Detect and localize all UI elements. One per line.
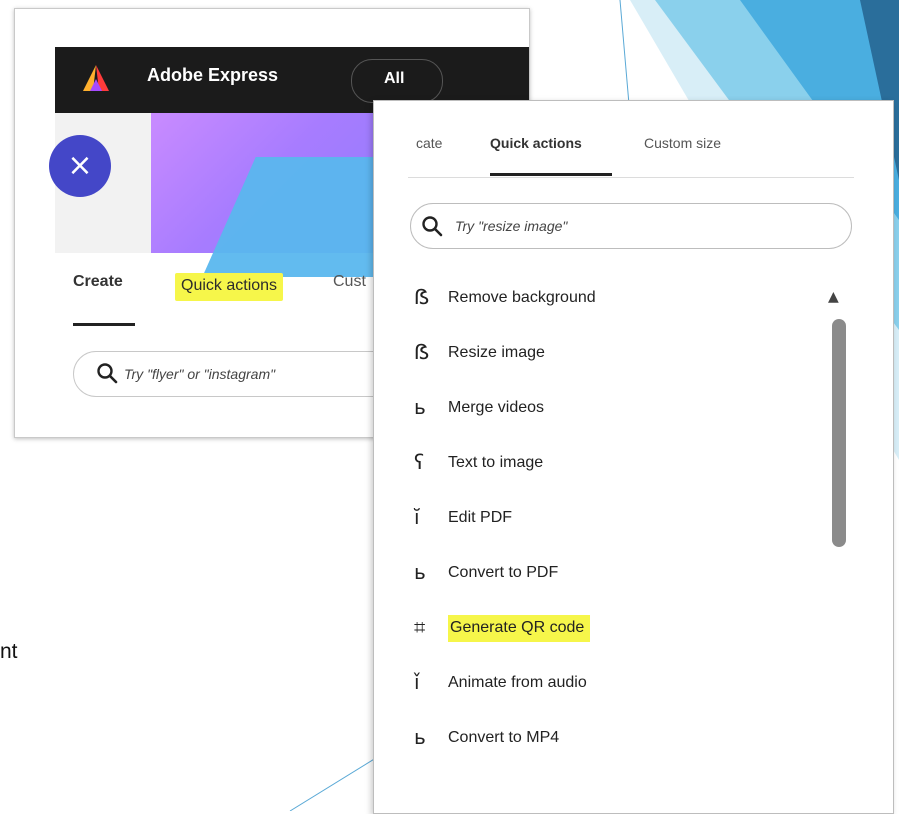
list-item-label: Merge videos xyxy=(448,399,545,416)
list-item[interactable]: ẞ Remove background xyxy=(414,279,814,319)
tabs-divider xyxy=(408,177,854,178)
list-item-label: Edit PDF xyxy=(448,509,513,526)
all-label: All xyxy=(384,70,405,87)
list-item[interactable]: ǐ Animate from audio xyxy=(414,664,814,704)
scroll-up-arrow-icon[interactable]: ▲ xyxy=(828,289,839,305)
tab-create-partial[interactable]: cate xyxy=(416,135,442,151)
list-item[interactable]: ẞ Resize image xyxy=(414,334,814,374)
resize-image-icon: ẞ xyxy=(414,340,430,364)
active-tab-indicator xyxy=(73,323,135,326)
animate-from-audio-icon: ǐ xyxy=(414,670,420,694)
all-dropdown[interactable]: All xyxy=(351,59,443,103)
brand-name: Adobe Express xyxy=(147,65,279,85)
text-to-image-icon: ʕ xyxy=(414,450,425,474)
list-item-label: Convert to PDF xyxy=(448,564,559,581)
remove-background-icon: ẞ xyxy=(414,285,430,309)
tab-custom[interactable]: Cust xyxy=(333,273,366,291)
hero-image xyxy=(151,113,466,277)
quick-actions-panel: cate Quick actions Custom size Try "resi… xyxy=(373,100,894,814)
search-icon xyxy=(422,216,443,237)
list-item-label: Remove background xyxy=(448,289,596,306)
tab-quick-actions[interactable]: Quick actions xyxy=(490,135,582,151)
active-tab-indicator xyxy=(490,173,612,176)
list-item-label: Resize image xyxy=(448,344,545,361)
scrollbar-thumb[interactable] xyxy=(832,319,846,547)
edit-pdf-icon: ĭ xyxy=(414,505,420,529)
list-item-label: Generate QR code xyxy=(448,615,591,642)
qr-code-icon: ⌗ xyxy=(414,615,426,639)
list-item[interactable]: ь Convert to MP4 xyxy=(414,719,814,759)
tab-quick-actions[interactable]: Quick actions xyxy=(175,273,284,301)
panel-tabs: cate Quick actions Custom size xyxy=(374,101,893,181)
close-button[interactable]: × xyxy=(49,135,111,197)
tab-custom-size[interactable]: Custom size xyxy=(644,135,721,151)
tab-create[interactable]: Create xyxy=(73,273,123,291)
list-item-label: Animate from audio xyxy=(448,674,587,691)
list-item[interactable]: ʕ Text to image xyxy=(414,444,814,484)
search-input[interactable]: Try "resize image" xyxy=(410,203,852,249)
list-item[interactable]: ĭ Edit PDF xyxy=(414,499,814,539)
list-item-label: Text to image xyxy=(448,454,544,471)
list-item[interactable]: ь Merge videos xyxy=(414,389,814,429)
list-item[interactable]: ь Convert to PDF xyxy=(414,554,814,594)
slide-text-fragment: nt xyxy=(0,640,18,663)
adobe-express-logo-icon xyxy=(83,65,109,91)
convert-to-pdf-icon: ь xyxy=(414,560,426,584)
search-placeholder: Try "flyer" or "instagram" xyxy=(124,366,276,382)
search-icon xyxy=(97,363,118,384)
list-item[interactable]: ⌗ Generate QR code xyxy=(414,609,814,649)
merge-videos-icon: ь xyxy=(414,395,426,419)
search-input[interactable]: Try "flyer" or "instagram" xyxy=(73,351,405,397)
list-item-label: Convert to MP4 xyxy=(448,729,560,746)
search-placeholder: Try "resize image" xyxy=(455,218,568,234)
convert-to-mp4-icon: ь xyxy=(414,725,426,749)
